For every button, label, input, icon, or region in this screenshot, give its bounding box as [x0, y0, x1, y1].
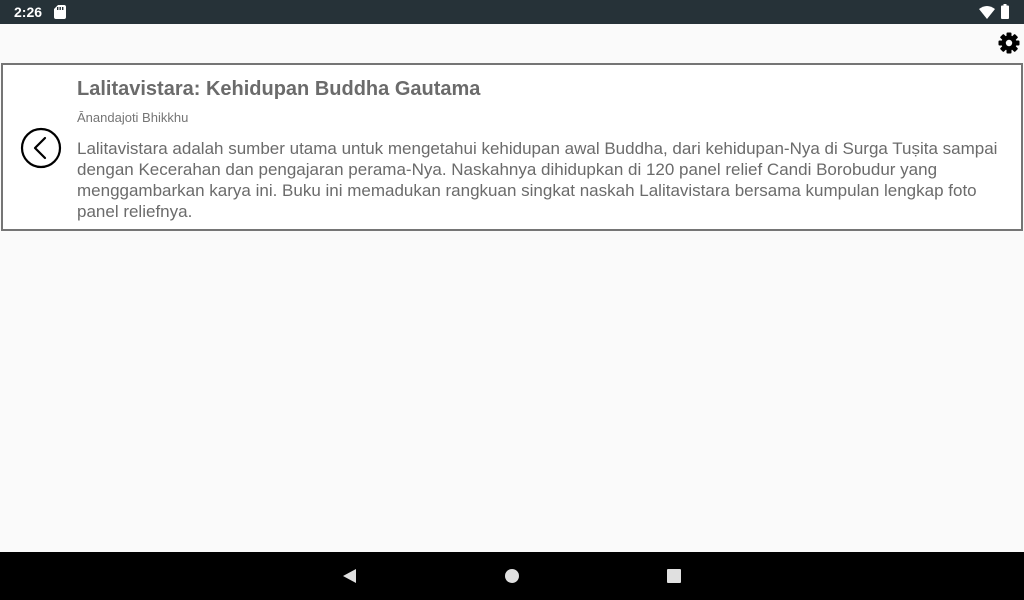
sd-card-icon	[54, 5, 66, 19]
navigation-bar	[0, 552, 1024, 600]
status-time: 2:26	[14, 4, 43, 20]
gear-icon	[998, 32, 1020, 54]
app-area: Lalitavistara: Kehidupan Buddha Gautama …	[0, 24, 1024, 552]
wifi-icon	[979, 6, 995, 19]
book-card[interactable]: Lalitavistara: Kehidupan Buddha Gautama …	[1, 63, 1023, 231]
status-bar: 2:26	[0, 0, 1024, 24]
home-circle-icon[interactable]	[504, 568, 520, 584]
book-author: Ānandajoti Bhikkhu	[77, 110, 189, 125]
settings-button[interactable]	[996, 30, 1022, 56]
back-triangle-icon[interactable]	[341, 568, 357, 584]
recents-square-icon[interactable]	[666, 568, 682, 584]
book-description: Lalitavistara adalah sumber utama untuk …	[77, 139, 998, 221]
battery-icon	[1001, 4, 1009, 19]
back-chevron-icon[interactable]	[20, 127, 62, 169]
book-title: Lalitavistara: Kehidupan Buddha Gautama	[77, 78, 481, 100]
